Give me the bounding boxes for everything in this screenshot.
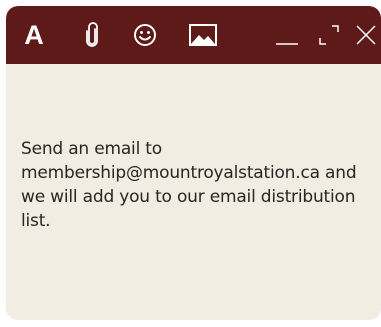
- expand-icon: [319, 25, 339, 45]
- attach-button[interactable]: [82, 6, 102, 64]
- close-icon: [356, 25, 376, 45]
- text-format-icon: A: [24, 19, 44, 50]
- text-format-button[interactable]: A: [20, 6, 48, 64]
- minimize-button[interactable]: [273, 6, 301, 64]
- close-button[interactable]: [354, 6, 378, 64]
- smiley-icon: [134, 24, 156, 46]
- insert-image-button[interactable]: [187, 6, 219, 64]
- paperclip-icon: [86, 22, 98, 47]
- message-text: Send an email to membership@mountroyalst…: [21, 139, 357, 231]
- minimize-icon: [276, 43, 298, 45]
- expand-button[interactable]: [316, 6, 342, 64]
- emoji-button[interactable]: [130, 6, 160, 64]
- compose-toolbar: A: [6, 6, 381, 64]
- email-compose-card: A Send an email to membership@mountroyal…: [6, 6, 381, 320]
- image-icon: [189, 24, 217, 46]
